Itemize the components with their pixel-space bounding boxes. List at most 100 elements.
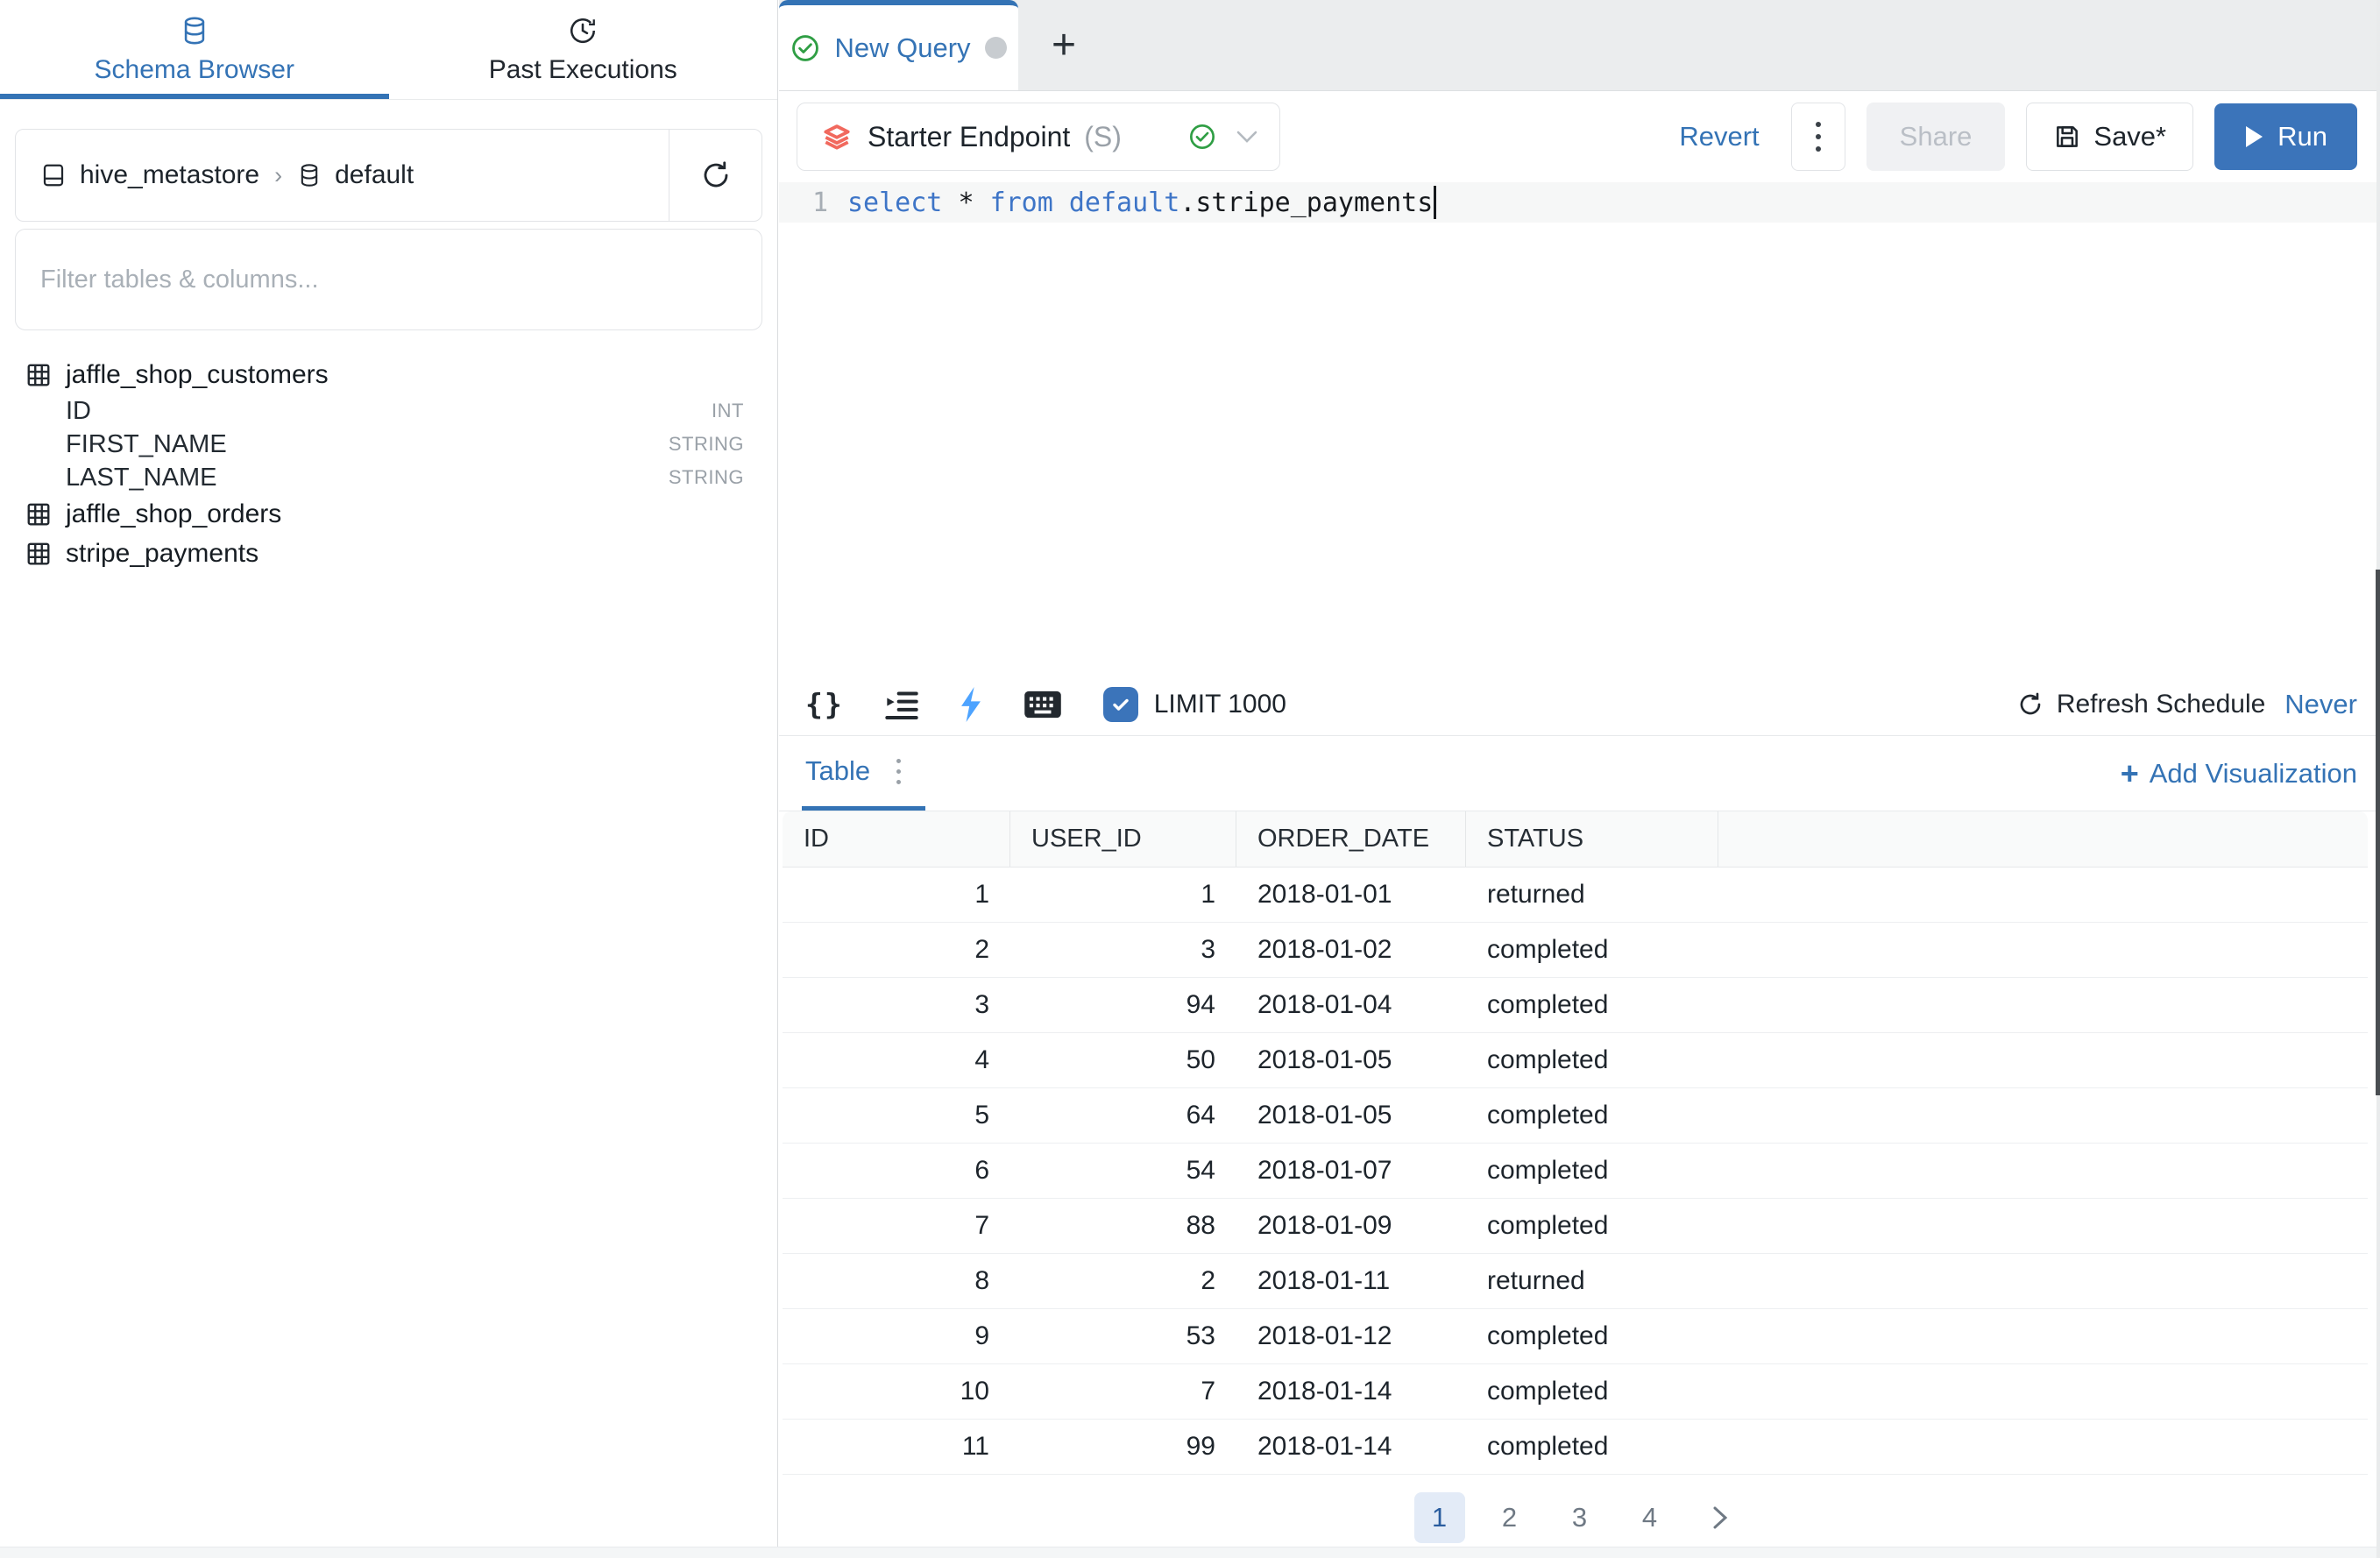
schema-column-item[interactable]: FIRST_NAME STRING	[15, 428, 762, 461]
cell-status: completed	[1466, 1088, 1718, 1143]
cell-user-id: 3	[1010, 923, 1236, 977]
cell-user-id: 88	[1010, 1199, 1236, 1253]
tab-new-query[interactable]: New Query	[779, 0, 1018, 90]
column-header-user-id[interactable]: USER_ID	[1010, 811, 1236, 867]
table-grid-icon	[25, 362, 52, 388]
breadcrumb-schema[interactable]: default	[335, 160, 414, 190]
sql-code: select * from default.stripe_payments	[847, 188, 1433, 218]
tab-table-visualization[interactable]: Table	[802, 736, 925, 811]
filter-input-wrap	[15, 229, 762, 330]
cell-order-date: 2018-01-14	[1236, 1420, 1466, 1474]
cell-order-date: 2018-01-12	[1236, 1309, 1466, 1363]
column-header-id[interactable]: ID	[783, 811, 1010, 867]
table-row[interactable]: 7 88 2018-01-09 completed	[783, 1199, 2368, 1254]
schema-table-item[interactable]: jaffle_shop_orders	[15, 494, 762, 534]
share-button[interactable]: Share	[1866, 103, 2006, 171]
tab-past-executions-label: Past Executions	[489, 55, 677, 85]
limit-checkbox[interactable]	[1103, 687, 1138, 722]
breadcrumb[interactable]: hive_metastore › default	[16, 130, 669, 221]
refresh-schedule-value[interactable]: Never	[2284, 689, 2357, 720]
cell-status: completed	[1466, 1420, 1718, 1474]
query-editor-panel: New Query + Starter Endpoint (S)	[779, 0, 2380, 1558]
add-visualization-button[interactable]: + Add Visualization	[2121, 736, 2357, 811]
sql-token	[1053, 188, 1069, 218]
more-options-button[interactable]	[1791, 103, 1845, 171]
schema-table-name: stripe_payments	[66, 539, 259, 569]
breadcrumb-catalog[interactable]: hive_metastore	[80, 160, 259, 190]
results-table-body: 1 1 2018-01-01 returned 2 3 2018-01-02 c…	[783, 868, 2368, 1475]
sql-editor[interactable]: 1 select * from default.stripe_payments	[779, 182, 2380, 673]
filter-tables-input[interactable]	[40, 266, 737, 294]
endpoint-name: Starter Endpoint	[868, 121, 1070, 153]
table-tab-options-icon[interactable]	[896, 759, 901, 784]
cell-user-id: 64	[1010, 1088, 1236, 1143]
schema-column-item[interactable]: LAST_NAME STRING	[15, 461, 762, 494]
cell-user-id: 1	[1010, 868, 1236, 922]
column-header-status[interactable]: STATUS	[1466, 811, 1718, 867]
tab-past-executions[interactable]: Past Executions	[389, 0, 778, 99]
catalog-icon	[40, 161, 67, 189]
indent-icon[interactable]	[884, 690, 919, 719]
refresh-schedule: Refresh Schedule Never	[2016, 689, 2357, 720]
refresh-schema-button[interactable]	[669, 130, 761, 221]
unsaved-indicator-dot	[985, 37, 1007, 59]
sql-token: stripe_payments	[1195, 188, 1433, 218]
table-row[interactable]: 6 54 2018-01-07 completed	[783, 1144, 2368, 1199]
table-row[interactable]: 1 1 2018-01-01 returned	[783, 868, 2368, 923]
tab-schema-browser[interactable]: Schema Browser	[0, 0, 389, 99]
refresh-schedule-icon	[2016, 690, 2044, 719]
table-row[interactable]: 5 64 2018-01-05 completed	[783, 1088, 2368, 1144]
schema-table-name: jaffle_shop_customers	[66, 360, 329, 390]
schema-table-item[interactable]: stripe_payments	[15, 534, 762, 573]
cell-user-id: 50	[1010, 1033, 1236, 1087]
schema-sidebar: Schema Browser Past Executions	[0, 0, 778, 1558]
query-toolbar: Starter Endpoint (S) Revert	[779, 91, 2380, 182]
schema-table-item[interactable]: jaffle_shop_customers	[15, 355, 762, 394]
save-floppy-icon	[2053, 123, 2081, 151]
revert-button[interactable]: Revert	[1679, 121, 1759, 152]
sql-editor-line: 1 select * from default.stripe_payments	[779, 182, 2380, 223]
cell-id: 7	[783, 1199, 1010, 1253]
cell-user-id: 99	[1010, 1420, 1236, 1474]
pagination: 1 2 3 4	[779, 1480, 2380, 1555]
play-icon	[2244, 125, 2263, 148]
table-row[interactable]: 8 2 2018-01-11 returned	[783, 1254, 2368, 1309]
query-tabbar: New Query +	[779, 0, 2380, 91]
cell-order-date: 2018-01-09	[1236, 1199, 1466, 1253]
cell-order-date: 2018-01-05	[1236, 1088, 1466, 1143]
add-tab-button[interactable]: +	[1018, 0, 1109, 90]
cell-order-date: 2018-01-07	[1236, 1144, 1466, 1198]
sql-token: .	[1179, 188, 1195, 218]
column-header-order-date[interactable]: ORDER_DATE	[1236, 811, 1466, 867]
table-row[interactable]: 3 94 2018-01-04 completed	[783, 978, 2368, 1033]
schema-column-name: FIRST_NAME	[66, 430, 227, 459]
next-page-button[interactable]	[1695, 1492, 1746, 1543]
cell-status: returned	[1466, 1254, 1718, 1308]
cell-status: completed	[1466, 1033, 1718, 1087]
sql-token: *	[958, 188, 974, 218]
limit-label[interactable]: LIMIT 1000	[1154, 690, 1286, 719]
run-button[interactable]: Run	[2214, 103, 2357, 170]
lightning-icon[interactable]	[960, 687, 982, 722]
page-button[interactable]: 3	[1555, 1492, 1605, 1543]
results-table: ID USER_ID ORDER_DATE STATUS 1 1 2018-01…	[783, 811, 2368, 1475]
cell-id: 4	[783, 1033, 1010, 1087]
page-button[interactable]: 2	[1484, 1492, 1535, 1543]
table-row[interactable]: 4 50 2018-01-05 completed	[783, 1033, 2368, 1088]
table-row[interactable]: 10 7 2018-01-14 completed	[783, 1364, 2368, 1420]
cell-id: 9	[783, 1309, 1010, 1363]
table-row[interactable]: 9 53 2018-01-12 completed	[783, 1309, 2368, 1364]
page-button[interactable]: 1	[1414, 1492, 1465, 1543]
scrollbar-thumb[interactable]	[2376, 570, 2380, 1095]
keyboard-shortcuts-icon[interactable]	[1023, 690, 1063, 719]
schema-column-item[interactable]: ID INT	[15, 394, 762, 428]
table-row[interactable]: 11 99 2018-01-14 completed	[783, 1420, 2368, 1475]
format-braces-icon[interactable]: {}	[805, 687, 844, 721]
endpoint-selector[interactable]: Starter Endpoint (S)	[797, 103, 1280, 171]
save-button[interactable]: Save*	[2026, 103, 2193, 171]
page-button[interactable]: 4	[1625, 1492, 1675, 1543]
results-tabbar: Table + Add Visualization	[779, 736, 2380, 811]
table-row[interactable]: 2 3 2018-01-02 completed	[783, 923, 2368, 978]
cell-order-date: 2018-01-04	[1236, 978, 1466, 1032]
tab-schema-browser-label: Schema Browser	[95, 55, 294, 85]
